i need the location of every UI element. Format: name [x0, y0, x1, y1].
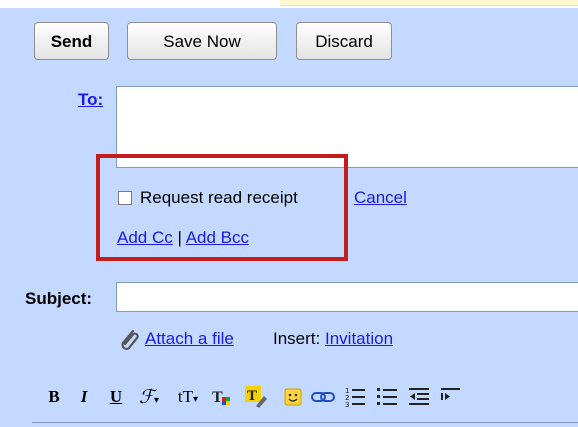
editor-top-border — [32, 422, 578, 423]
top-notification-strip — [280, 0, 578, 6]
font-family-button[interactable]: ℱ▾ — [132, 384, 166, 410]
read-receipt-checkbox[interactable] — [118, 191, 132, 205]
read-receipt-label: Request read receipt — [140, 188, 298, 207]
indent-less-icon[interactable] — [408, 384, 430, 410]
dropdown-dot-icon: ▾ — [153, 395, 159, 406]
send-button[interactable]: Send — [34, 22, 109, 60]
attach-file-link[interactable]: Attach a file — [145, 329, 234, 349]
highlight-color-icon[interactable]: T — [242, 384, 268, 410]
cancel-link[interactable]: Cancel — [354, 188, 407, 208]
dropdown-dot-icon: ▾ — [193, 394, 199, 405]
emoticon-icon[interactable] — [282, 384, 304, 410]
paperclip-icon — [121, 329, 139, 350]
insert-label: Insert: — [273, 329, 321, 348]
font-size-button[interactable]: tT▾ — [172, 384, 204, 410]
link-icon[interactable] — [310, 384, 336, 410]
bulleted-list-icon[interactable] — [376, 384, 398, 410]
insert-row: Insert: Invitation — [273, 329, 393, 349]
add-cc-link[interactable]: Add Cc — [117, 228, 173, 247]
subject-label: Subject: — [25, 289, 93, 308]
italic-button[interactable]: I — [74, 384, 94, 410]
subject-field[interactable] — [116, 282, 578, 312]
bold-button[interactable]: B — [44, 384, 64, 410]
add-bcc-link[interactable]: Add Bcc — [186, 228, 249, 247]
indent-more-icon[interactable] — [440, 384, 460, 410]
discard-button[interactable]: Discard — [296, 22, 392, 60]
numbered-list-icon[interactable]: 1 2 3 — [344, 384, 366, 410]
save-now-button[interactable]: Save Now — [127, 22, 277, 60]
font-family-icon: ℱ — [139, 386, 154, 408]
underline-button[interactable]: U — [106, 384, 126, 410]
svg-text:T: T — [212, 389, 223, 406]
font-size-icon: tT — [177, 387, 194, 406]
cc-bcc-separator: | — [177, 228, 182, 247]
text-color-icon[interactable]: T — [210, 384, 234, 410]
invitation-link[interactable]: Invitation — [325, 329, 393, 348]
svg-text:3: 3 — [345, 401, 349, 409]
svg-text:T: T — [247, 388, 257, 404]
to-label-link[interactable]: To: — [78, 90, 103, 110]
cc-bcc-links: Add Cc | Add Bcc — [117, 228, 249, 248]
